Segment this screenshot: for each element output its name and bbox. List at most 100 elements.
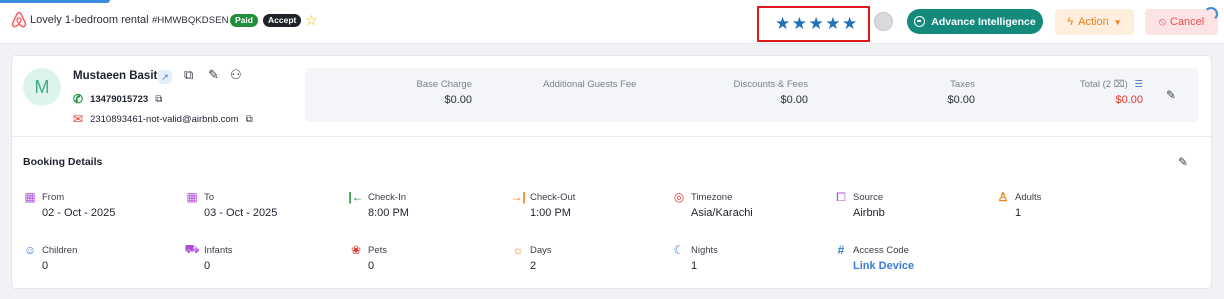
- to-label: To: [204, 191, 215, 203]
- total-label-text: Total (2 ⌧): [1079, 79, 1128, 90]
- children-value: 0: [42, 260, 49, 272]
- airbnb-logo-icon: [11, 11, 27, 28]
- listing-title[interactable]: Lovely 1-bedroom rental: [30, 14, 149, 26]
- timezone-value: Asia/Karachi: [691, 207, 753, 219]
- children-field: ☺ Children 0: [23, 243, 78, 272]
- infants-field: ⛟ Infants 0: [184, 242, 233, 272]
- guest-phone: 13479015723: [90, 93, 149, 105]
- additional-guests-fee-label: Additional Guests Fee: [543, 79, 637, 90]
- checkout-value: 1:00 PM: [530, 207, 571, 219]
- infants-value: 0: [204, 260, 211, 272]
- booking-card: M Mustaeen Basit ↗ ⧉ ✎ ⚇ ✆ 13479015723 ⧉…: [11, 55, 1212, 289]
- paid-badge: Paid: [230, 14, 258, 27]
- nights-label: Nights: [691, 244, 718, 256]
- guest-phone-row: ✆ 13479015723 ⧉: [73, 92, 162, 106]
- hashtag-icon: #: [837, 243, 845, 257]
- access-code-field: # Access Code Link Device: [834, 243, 914, 272]
- access-code-label: Access Code: [853, 244, 909, 256]
- days-label: Days: [530, 244, 552, 256]
- taxes-value: $0.00: [947, 94, 975, 106]
- rating-stars[interactable]: ★★★★★: [775, 14, 859, 34]
- copy-email-icon[interactable]: ⧉: [246, 114, 253, 125]
- discounts-label: Discounts & Fees: [733, 79, 808, 90]
- to-field: ▦ To 03 - Oct - 2025: [185, 190, 277, 219]
- base-charge-label: Base Charge: [416, 79, 472, 90]
- checkin-value: 8:00 PM: [368, 207, 409, 219]
- booking-details-title: Booking Details: [23, 156, 103, 168]
- checkin-label: Check-In: [368, 191, 407, 203]
- checkin-arrow-icon: |←: [348, 190, 364, 204]
- adults-value: 1: [1015, 207, 1022, 219]
- children-label: Children: [42, 244, 78, 256]
- edit-icon[interactable]: ✎: [208, 68, 219, 82]
- source-field: ⧠ Source Airbnb: [834, 189, 885, 220]
- globe-icon: ◎: [673, 190, 685, 204]
- edit-charges-icon[interactable]: ✎: [1166, 88, 1176, 102]
- checkout-label: Check-Out: [530, 191, 576, 203]
- avatar: M: [23, 68, 61, 106]
- discounts-fees: Discounts & Fees $0.00: [734, 79, 808, 106]
- divider: [12, 136, 1211, 137]
- timezone-label: Timezone: [691, 191, 733, 203]
- external-link-icon[interactable]: ↗: [158, 70, 172, 84]
- pets-value: 0: [368, 260, 375, 272]
- taxes: Taxes $0.00: [947, 79, 975, 106]
- nights-field: ☾ Nights 1: [672, 243, 718, 272]
- total-label: Total (2 ⌧) ☰: [1080, 79, 1143, 90]
- to-value: 03 - Oct - 2025: [204, 207, 278, 219]
- advance-intelligence-label: Advance Intelligence: [931, 15, 1036, 28]
- pets-label: Pets: [368, 244, 388, 256]
- base-charge-value: $0.00: [444, 94, 472, 106]
- infants-label: Infants: [204, 244, 233, 256]
- ban-icon: ⦸: [1158, 15, 1166, 28]
- base-charge: Base Charge $0.00: [417, 79, 472, 106]
- nights-value: 1: [691, 260, 698, 272]
- pets-field: ❀ Pets 0: [349, 243, 387, 272]
- group-icon[interactable]: ⚇: [230, 68, 242, 82]
- link-device-link[interactable]: Link Device: [834, 260, 914, 272]
- total-value: $0.00: [1115, 94, 1143, 106]
- copy-phone-icon[interactable]: ⧉: [155, 94, 162, 105]
- guest-name[interactable]: Mustaeen Basit: [73, 70, 157, 82]
- from-value: 02 - Oct - 2025: [42, 207, 116, 219]
- list-icon[interactable]: ☰: [1134, 79, 1143, 90]
- action-label: Action: [1078, 16, 1109, 28]
- action-button[interactable]: ϟ Action ▼: [1055, 9, 1134, 35]
- ai-chip-icon: [914, 16, 926, 27]
- loading-accent-bar: [0, 0, 110, 3]
- moon-icon: ☾: [673, 243, 685, 257]
- from-field: ▦ From 02 - Oct - 2025: [23, 190, 115, 219]
- star-outline-icon[interactable]: ☆: [305, 11, 318, 29]
- total: Total (2 ⌧) ☰ $0.00: [1080, 79, 1143, 106]
- source-value: Airbnb: [853, 207, 885, 219]
- timezone-field: ◎ Timezone Asia/Karachi: [672, 190, 753, 219]
- from-label: From: [42, 191, 65, 203]
- status-dot[interactable]: [874, 12, 893, 31]
- adult-user-icon: ♙: [997, 190, 1009, 204]
- adults-label: Adults: [1015, 191, 1042, 203]
- calendar-icon: ▦: [24, 190, 36, 204]
- edit-booking-icon[interactable]: ✎: [1178, 155, 1188, 169]
- accept-badge: Accept: [263, 14, 302, 27]
- guest-email-row: ✉ 2310893461-not-valid@airbnb.com ⧉: [73, 112, 253, 126]
- phone-icon: ✆: [73, 92, 84, 106]
- checkin-field: |← Check-In 8:00 PM: [348, 190, 409, 219]
- stroller-icon: ⛟: [184, 242, 200, 256]
- paw-icon: ❀: [350, 243, 362, 257]
- child-face-icon: ☺: [23, 243, 37, 257]
- loading-spinner-icon: [1204, 7, 1218, 21]
- days-field: ☼ Days 2: [511, 243, 552, 272]
- guest-email: 2310893461-not-valid@airbnb.com: [90, 113, 239, 125]
- source-label: Source: [853, 191, 884, 203]
- book-icon: ⧠: [836, 189, 846, 204]
- days-value: 2: [530, 260, 537, 272]
- adults-field: ♙ Adults 1: [996, 190, 1042, 219]
- lightning-icon: ϟ: [1067, 16, 1074, 28]
- copy-icon[interactable]: ⧉: [184, 68, 193, 82]
- chevron-down-icon: ▼: [1113, 17, 1122, 27]
- charges-summary: Base Charge $0.00 Additional Guests Fee …: [305, 68, 1198, 122]
- advance-intelligence-button[interactable]: Advance Intelligence: [907, 9, 1043, 34]
- sun-icon: ☼: [512, 243, 524, 257]
- checkout-field: →| Check-Out 1:00 PM: [510, 190, 576, 219]
- booking-header: Lovely 1-bedroom rental #HMWBQKDSEN Paid…: [0, 0, 1224, 44]
